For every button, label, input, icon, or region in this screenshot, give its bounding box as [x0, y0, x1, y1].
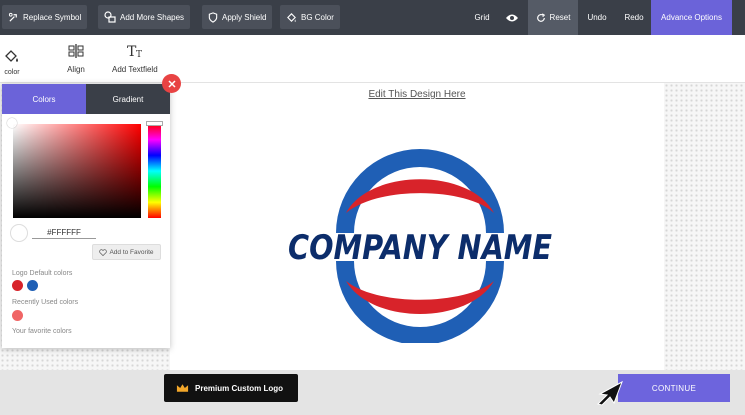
tab-colors[interactable]: Colors: [2, 84, 86, 114]
svg-text:T: T: [136, 50, 142, 59]
add-textfield-label: Add Textfield: [112, 65, 158, 74]
top-toolbar: Replace Symbol Add More Shapes Apply Shi…: [0, 0, 745, 35]
recently-used-colors-label: Recently Used colors: [12, 299, 79, 306]
add-textfield-tool[interactable]: TT Add Textfield: [112, 43, 158, 74]
recent-color-swatch[interactable]: [12, 310, 23, 321]
logo-default-colors-label: Logo Default colors: [12, 270, 73, 277]
eye-icon: [506, 14, 518, 21]
undo-button[interactable]: Undo: [582, 0, 612, 35]
reset-button[interactable]: Reset: [528, 0, 578, 35]
replace-symbol-label: Replace Symbol: [23, 12, 82, 22]
add-to-favorite-label: Add to Favorite: [109, 248, 154, 256]
color-picker-panel: Colors Gradient #FFFFFF Add to Favorite …: [2, 84, 170, 348]
continue-label: CONTINUE: [651, 383, 697, 393]
undo-label: Undo: [587, 13, 607, 22]
align-label: Align: [67, 65, 85, 74]
bg-color-label: BG Color: [301, 12, 334, 22]
apply-shield-label: Apply Shield: [222, 12, 267, 22]
continue-button[interactable]: CONTINUE: [618, 374, 730, 402]
advance-options-label: Advance Options: [661, 13, 722, 22]
close-icon: [167, 79, 176, 88]
text-icon: TT: [127, 44, 142, 59]
reset-label: Reset: [549, 13, 571, 22]
saturation-handle[interactable]: [7, 118, 17, 128]
company-name-text[interactable]: COMPANY NAME: [288, 228, 552, 268]
preview-button[interactable]: [498, 0, 526, 35]
secondary-toolbar: color Align TT Add Textfield: [0, 35, 745, 83]
bg-color-button[interactable]: BG Color: [280, 5, 340, 29]
apply-shield-button[interactable]: Apply Shield: [202, 5, 273, 29]
logo-default-color-blue[interactable]: [27, 280, 38, 291]
close-panel-button[interactable]: [162, 74, 181, 93]
company-logo[interactable]: COMPANY NAME: [280, 143, 560, 343]
color-panel-tabs: Colors Gradient: [2, 84, 170, 114]
heart-icon: [99, 248, 108, 256]
color-tool[interactable]: color: [4, 49, 20, 76]
paint-bucket-icon: [287, 12, 296, 22]
add-to-favorite-button[interactable]: Add to Favorite: [92, 244, 161, 260]
pointer-arrow-icon: [597, 380, 623, 406]
design-canvas[interactable]: Edit This Design Here COMPANY NAME: [170, 83, 664, 370]
shield-icon: [208, 11, 218, 23]
hue-handle[interactable]: [146, 121, 163, 126]
align-tool[interactable]: Align: [66, 43, 86, 74]
favorite-colors-label: Your favorite colors: [12, 328, 72, 335]
hue-slider[interactable]: [148, 124, 161, 218]
shapes-icon: [104, 11, 116, 23]
align-icon: [68, 44, 84, 58]
paint-bucket-icon: [5, 50, 18, 62]
color-tool-label: color: [4, 69, 20, 76]
current-color-swatch: [10, 224, 28, 242]
reset-icon: [536, 12, 545, 22]
grid-toggle[interactable]: Grid: [466, 0, 498, 35]
premium-label: Premium Custom Logo: [195, 383, 284, 393]
add-more-shapes-label: Add More Shapes: [120, 12, 185, 22]
add-more-shapes-button[interactable]: Add More Shapes: [98, 5, 191, 29]
replace-symbol-button[interactable]: Replace Symbol: [2, 5, 88, 29]
hex-input[interactable]: #FFFFFF: [32, 228, 96, 239]
grid-label: Grid: [474, 13, 490, 22]
premium-custom-logo-button[interactable]: Premium Custom Logo: [164, 374, 298, 402]
saturation-value-picker[interactable]: [13, 124, 141, 218]
canvas-backdrop-right: [664, 83, 745, 370]
logo-default-color-red[interactable]: [12, 280, 23, 291]
replace-symbol-icon: [8, 12, 17, 22]
advance-options-button[interactable]: Advance Options: [651, 0, 732, 35]
crown-icon: [176, 384, 189, 392]
redo-button[interactable]: Redo: [618, 0, 650, 35]
edit-design-link[interactable]: Edit This Design Here: [170, 89, 664, 100]
tab-gradient[interactable]: Gradient: [86, 84, 170, 114]
redo-label: Redo: [624, 13, 644, 22]
